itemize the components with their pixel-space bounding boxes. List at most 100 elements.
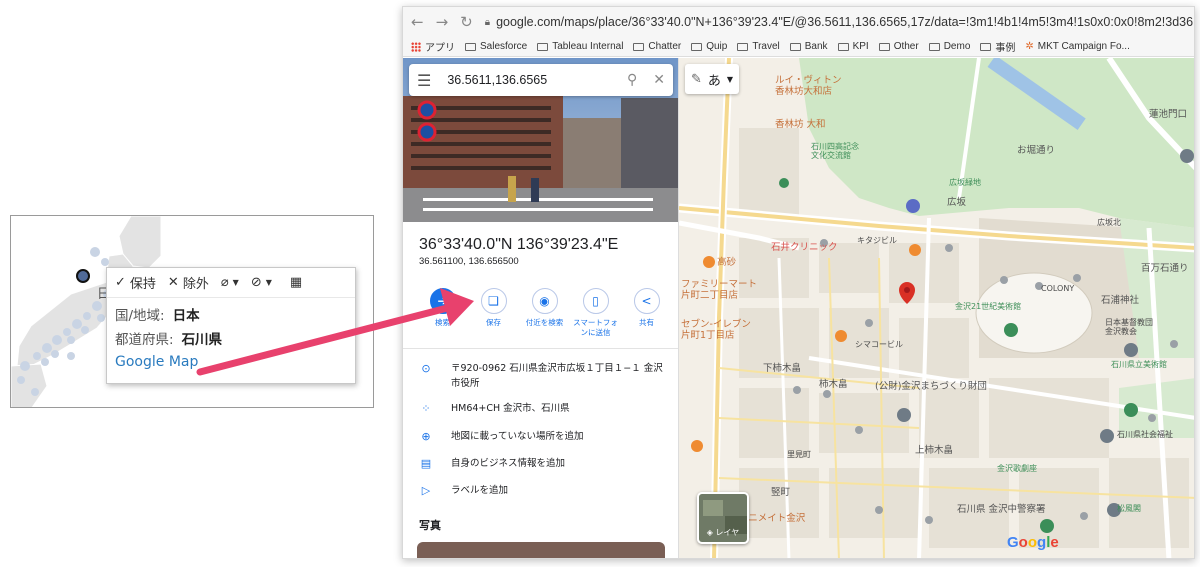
add-label-row[interactable]: ▷ ラベルを追加 [419,484,508,499]
map-place-label[interactable]: 下柿木畠 [763,363,801,375]
search-icon[interactable]: ⚲ [627,72,637,88]
bookmark-item[interactable]: Salesforce [465,41,527,52]
action-label: 保存 [486,318,501,327]
bookmark-item[interactable]: Quip [691,41,727,52]
photo-thumbnail[interactable] [417,542,665,558]
bookmark-label: Other [893,41,919,52]
caret-icon: ▼ [726,74,734,84]
bookmark-label: Tableau Internal [552,41,624,52]
forward-icon[interactable]: → [436,13,449,31]
map-place-label[interactable]: 上柿木畠 [915,445,953,457]
map-place-label[interactable]: シマコービル [855,340,903,349]
folder-icon [737,42,749,51]
map-place-label[interactable]: ファミリーマート 片町二丁目店 [681,279,757,302]
bookmark-label: アプリ [425,43,455,54]
bookmark-item[interactable]: Tableau Internal [537,41,623,52]
folder-icon [465,42,476,51]
bookmark-item[interactable]: KPI [837,41,869,52]
map-place-label[interactable]: 百万石通り [1141,263,1189,275]
bookmark-item[interactable]: Bank [789,41,828,52]
add-place-row[interactable]: ⊕ 地図に載っていない場所を追加 [419,430,584,445]
lock-icon: 🔒︎ [484,16,491,28]
map-place-label[interactable]: 日本基督教団 金沢教会 [1105,318,1153,336]
map-place-label[interactable]: キタジビル [857,236,897,245]
add-business-row[interactable]: ▤ 自身のビジネス情報を追加 [419,457,565,472]
tooltip-value: 日本 [172,308,200,324]
tooltip-key: 国/地域: [115,308,165,324]
bookmark-item[interactable]: Other [878,41,919,52]
map-place-label[interactable]: 広坂緑地 [949,178,981,187]
group-icon: ⊘ [250,275,262,290]
plus-code-row[interactable]: ⁘ HM64+CH 金沢市、石川県 [419,402,569,417]
map-place-label[interactable]: 石川四高記念 文化交流館 [811,142,859,160]
keep-only-button[interactable]: ✓ 保持 [115,273,156,292]
business-icon: ▤ [420,457,432,470]
bookmark-label: Travel [752,41,780,52]
layers-button[interactable]: ◈ レイヤ [697,492,749,544]
apps-grid-icon [411,41,421,52]
map-place-label[interactable]: 松風閣 [1117,504,1141,513]
plus-code-icon: ⁘ [421,402,431,415]
directions-button[interactable]: ➔ 検索 [417,288,468,338]
map-place-label[interactable]: 香林坊 大和 [775,119,826,131]
tooltip-row-prefecture: 都道府県: 石川県 [107,326,355,350]
bookmark-item[interactable]: Chatter [633,41,681,52]
map-place-label[interactable]: 石川県社会福祉 [1117,430,1173,439]
bookmark-label: Salesforce [480,41,528,52]
map-place-label[interactable]: 里見町 [787,450,811,459]
bookmark-item[interactable]: Demo [928,41,971,52]
view-data-button[interactable]: ▦ [290,275,302,290]
x-icon: ✕ [167,275,179,290]
url-text[interactable]: google.com/maps/place/36°33'40.0"N+136°3… [496,15,1194,29]
bookmark-label: Quip [706,41,728,52]
map-place-label[interactable]: (公財)金沢まちづくり財団 [875,381,987,393]
exclude-button[interactable]: ✕ 除外 [168,273,209,292]
map-place-label[interactable]: 広坂北 [1097,218,1121,227]
bookmark-apps[interactable]: アプリ [411,39,455,54]
search-box[interactable]: ☰ 36.5611,136.6565 ⚲ ✕ [409,64,673,96]
map-place-label[interactable]: 竪町 [771,487,790,499]
keep-only-label: 保持 [129,277,156,292]
address-row[interactable]: ⊙ 〒920-0962 石川県金沢市広坂１丁目１−１ 金沢市役所 [419,362,667,391]
bookmark-label: Demo [943,41,971,52]
map-place-label[interactable]: COLONY [1041,284,1074,293]
map-place-label[interactable]: 金沢歌劇座 [997,464,1037,473]
map-place-label[interactable]: 石井クリニック [771,242,838,254]
map-place-label[interactable]: 石川県立美術館 [1111,360,1167,369]
paperclip-icon: ⌀ [220,275,229,290]
input-tools-button[interactable]: ✎ あ ▼ [685,64,739,94]
map-place-label[interactable]: 柿木畠 [819,379,848,391]
search-input[interactable]: 36.5611,136.6565 [447,73,627,87]
send-to-phone-button[interactable]: ▯ スマートフォンに送信 [570,288,621,338]
bookmark-item[interactable]: ✲ MKT Campaign Fo... [1025,41,1129,52]
map-place-label[interactable]: 広坂 [947,197,966,209]
map-place-label[interactable]: 金沢21世紀美術館 [955,302,1021,311]
nearby-button[interactable]: ◉ 付近を検索 [519,288,570,338]
nearby-icon: ◉ [531,288,558,314]
map-place-label[interactable]: 石浦神社 [1101,295,1139,307]
close-icon[interactable]: ✕ [653,72,665,88]
map-place-label[interactable]: 蓮池門口 [1149,109,1187,121]
action-label: 検索 [435,318,450,327]
bookmark-item[interactable]: Travel [737,41,780,52]
map-canvas[interactable]: ✎ あ ▼ ルイ・ヴィトン 香林坊大和店香林坊 大和石川四高記念 文化交流館 蓮池門口… [679,58,1194,558]
back-icon[interactable]: ← [411,13,424,31]
hamburger-menu-icon[interactable]: ☰ [417,71,431,90]
check-icon: ✓ [115,275,126,290]
folder-icon [928,42,940,51]
paperclip-dropdown[interactable]: ⌀ ▼ [221,275,239,290]
save-button[interactable]: ❏ 保存 [468,288,519,338]
map-place-label[interactable]: お堀通り [1017,145,1055,157]
bookmark-item[interactable]: 事例 [980,39,1015,54]
map-place-label[interactable]: 石川県 金沢中警察署 [957,504,1046,516]
folder-icon [691,42,703,51]
map-place-label[interactable]: 高砂 [717,257,736,269]
map-place-label[interactable]: セブン-イレブン 片町1丁目店 [681,319,751,342]
group-dropdown[interactable]: ⊘ ▼ [251,275,272,290]
reload-icon[interactable]: ↻ [460,13,473,31]
folder-icon [878,42,890,51]
map-place-label[interactable]: ルイ・ヴィトン 香林坊大和店 [775,75,842,98]
add-place-text: 地図に載っていない場所を追加 [451,431,584,442]
share-button[interactable]: < 共有 [621,288,672,338]
google-map-link[interactable]: Google Map [107,354,355,370]
